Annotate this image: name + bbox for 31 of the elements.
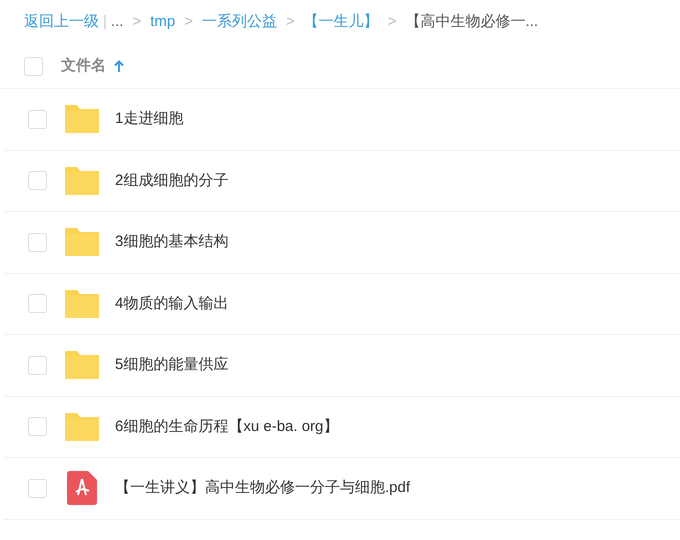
file-name[interactable]: 1走进细胞 [115, 108, 184, 130]
breadcrumb-ellipsis[interactable]: ... [110, 11, 124, 34]
breadcrumb-current: 【高中生物必修一... [406, 12, 538, 32]
folder-icon [63, 349, 101, 382]
checkbox[interactable] [28, 110, 47, 129]
pdf-file-icon [67, 471, 97, 506]
file-name[interactable]: 6细胞的生命历程【xu e-ba. org】 [115, 416, 338, 438]
folder-icon [63, 103, 101, 136]
folder-icon [63, 288, 101, 320]
checkbox[interactable] [28, 171, 47, 190]
column-header[interactable]: 文件名 [61, 55, 106, 78]
file-name[interactable]: 【一生讲义】高中生物必修一分子与细胞.pdf [115, 477, 410, 500]
checkbox[interactable] [28, 356, 47, 375]
sort-ascending-icon[interactable] [114, 60, 124, 73]
checkbox[interactable] [28, 417, 47, 436]
file-name[interactable]: 3细胞的基本结构 [115, 231, 228, 254]
folder-icon [63, 226, 101, 258]
checkbox[interactable] [24, 57, 43, 76]
breadcrumb-separator: > [388, 12, 396, 32]
file-name[interactable]: 2组成细胞的分子 [115, 170, 228, 192]
file-name[interactable]: 4物质的输入输出 [115, 292, 228, 315]
breadcrumb-separator: > [132, 12, 142, 32]
breadcrumb-separator: > [286, 12, 295, 32]
breadcrumb-separator: > [184, 12, 193, 32]
checkbox[interactable] [28, 478, 47, 498]
checkbox[interactable] [28, 294, 47, 314]
folder-icon [63, 410, 101, 443]
file-name[interactable]: 5细胞的能量供应 [115, 354, 228, 376]
folder-icon [63, 164, 101, 197]
divider: | [103, 12, 107, 32]
checkbox[interactable] [28, 232, 47, 252]
